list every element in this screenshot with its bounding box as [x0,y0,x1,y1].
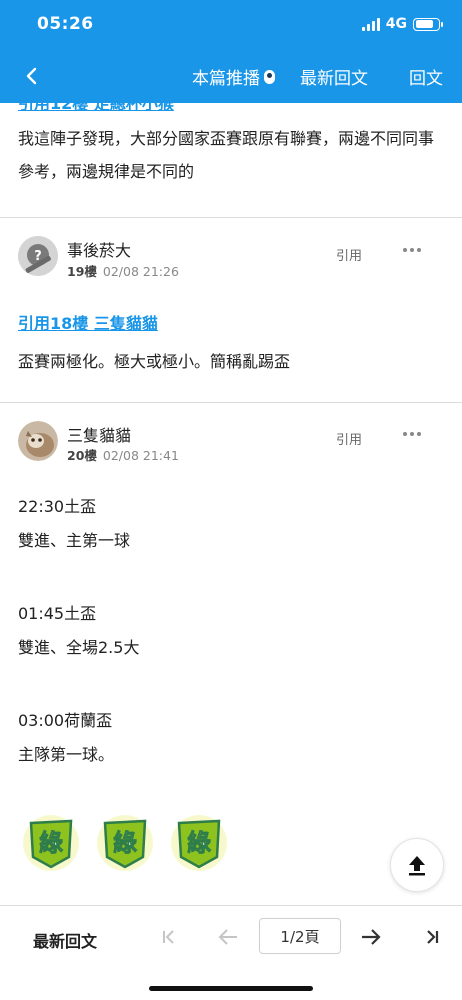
toggle-icon [264,69,275,84]
last-page-icon [427,930,439,944]
svg-text:綠: 綠 [39,829,64,857]
green-sticker-icon: 綠 [23,815,79,871]
svg-text:綠: 綠 [113,829,138,857]
post-body: 我這陣子發現，大部分國家盃賽跟原有聯賽，兩邊不同同事參考，兩邊規律是不同的 [18,129,435,181]
upload-arrow-icon [409,856,425,876]
post-line: 01:45土盃 [18,604,97,623]
quote-button[interactable]: 引用 [336,245,362,264]
reply-button[interactable]: 回文 [409,64,443,89]
default-avatar-icon: ? [18,236,58,276]
next-page-button[interactable] [359,925,383,949]
cat-avatar-icon [18,421,58,461]
prev-page-button[interactable] [216,925,240,949]
post-body: 盃賽兩極化。極大或極小。簡稱亂踢盃 [18,352,291,371]
post-divider [0,402,462,403]
battery-icon [413,17,443,31]
push-label: 本篇推播 [192,69,260,89]
post-line: 雙進、全場2.5大 [18,638,140,657]
author-name[interactable]: 事後菸大 [67,237,131,261]
scroll-to-top-button[interactable] [390,838,444,892]
bottom-bar: 最新回文 1/2頁 [0,905,462,1000]
last-page-button[interactable] [420,925,444,949]
post-meta: 20樓 02/08 21:41 [67,445,179,464]
floor-number: 19樓 [67,264,97,279]
arrow-right-icon [362,929,381,945]
post-line: 主隊第一球。 [18,745,115,764]
top-bar: 05:26 4G 本篇推播 最新回文 回文 [0,0,462,103]
first-page-icon [163,930,174,944]
push-notify-toggle[interactable]: 本篇推播 [192,64,275,89]
post-datetime: 02/08 21:26 [102,264,179,279]
quote-link[interactable]: 引用12樓 足總杯小猴 [18,103,174,114]
more-options-icon[interactable] [403,429,423,439]
more-options-icon[interactable] [403,245,423,255]
latest-replies-link[interactable]: 最新回文 [33,928,97,952]
quote-button[interactable]: 引用 [336,429,362,448]
green-sticker-icon: 綠 [97,815,153,871]
post-line: 雙進、主第一球 [18,531,131,550]
svg-text:綠: 綠 [187,829,212,857]
network-type: 4G [385,16,407,32]
author-name[interactable]: 三隻貓貓 [67,422,131,446]
sticker-row: 綠 綠 綠 [22,811,228,875]
status-time: 05:26 [37,14,94,34]
chevron-left-icon [26,67,37,85]
back-button[interactable] [18,62,46,90]
post-divider [0,217,462,218]
home-indicator [149,986,313,991]
post-line: 03:00荷蘭盃 [18,711,113,730]
post-meta: 19樓 02/08 21:26 [67,261,179,280]
page-indicator[interactable]: 1/2頁 [259,918,341,954]
thread-content[interactable]: 引用12樓 足總杯小猴 我這陣子發現，大部分國家盃賽跟原有聯賽，兩邊不同同事參考… [0,103,462,905]
latest-replies-button[interactable]: 最新回文 [300,64,368,89]
post-line: 22:30土盃 [18,497,97,516]
arrow-left-icon [218,929,237,945]
avatar[interactable] [18,421,58,461]
floor-number: 20樓 [67,448,97,463]
first-page-button[interactable] [157,925,181,949]
quote-link[interactable]: 引用18樓 三隻貓貓 [18,310,158,334]
post-datetime: 02/08 21:41 [102,448,179,463]
green-sticker-icon: 綠 [171,815,227,871]
status-icons: 4G [361,16,443,32]
avatar[interactable]: ? [18,236,58,276]
signal-icon [361,17,380,31]
